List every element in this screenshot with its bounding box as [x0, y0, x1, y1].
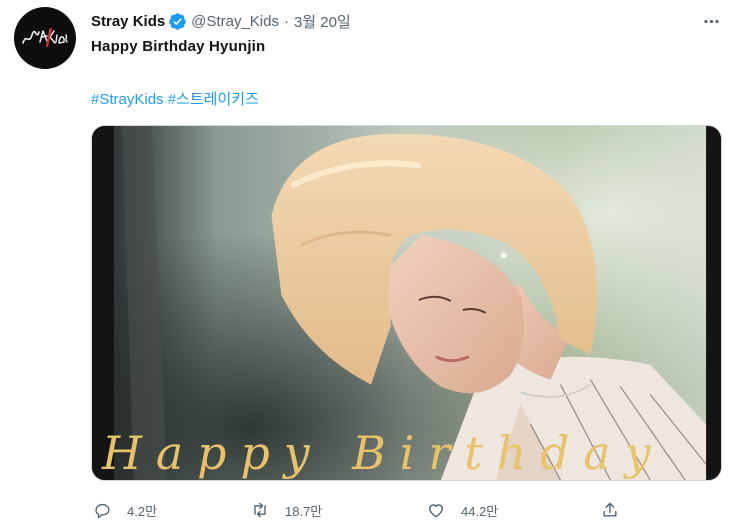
- timestamp[interactable]: 3월 20일: [294, 11, 351, 32]
- hashtag-straykids[interactable]: #StrayKids: [91, 91, 164, 108]
- more-icon[interactable]: [698, 8, 724, 34]
- tweet-text: Happy Birthday Hyunjin: [91, 38, 266, 55]
- stray-kids-logo: [22, 27, 68, 48]
- retweet-icon: [249, 499, 271, 521]
- avatar[interactable]: [14, 7, 76, 69]
- tweet-header: Stray Kids @Stray_Kids · 3월 20일: [91, 10, 351, 32]
- like-button[interactable]: 44.2만: [425, 496, 498, 524]
- display-name[interactable]: Stray Kids: [91, 13, 165, 30]
- hashtag-row: #StrayKids #스트레이키즈: [91, 88, 259, 109]
- like-count: 44.2만: [461, 503, 499, 519]
- share-icon: [599, 499, 621, 521]
- share-button[interactable]: [599, 496, 621, 524]
- tweet-photo[interactable]: Happy Birthday: [91, 125, 722, 481]
- retweet-count: 18.7만: [285, 503, 323, 519]
- retweet-button[interactable]: 18.7만: [249, 496, 322, 524]
- hashtag-korean[interactable]: #스트레이키즈: [168, 91, 259, 108]
- image-caption: Happy Birthday: [101, 426, 665, 480]
- reply-button[interactable]: 4.2만: [91, 496, 157, 524]
- verified-badge-icon: [168, 12, 187, 31]
- like-icon: [425, 499, 447, 521]
- reply-icon: [91, 499, 113, 521]
- birthday-portrait-image: Happy Birthday: [92, 126, 721, 480]
- user-handle[interactable]: @Stray_Kids: [191, 13, 279, 30]
- reply-count: 4.2만: [127, 503, 158, 519]
- header-separator: ·: [283, 12, 289, 30]
- tweet-actions: 4.2만 18.7만 44.2만: [91, 496, 631, 524]
- tweet-card[interactable]: Stray Kids @Stray_Kids · 3월 20일 Happy Bi…: [0, 0, 729, 525]
